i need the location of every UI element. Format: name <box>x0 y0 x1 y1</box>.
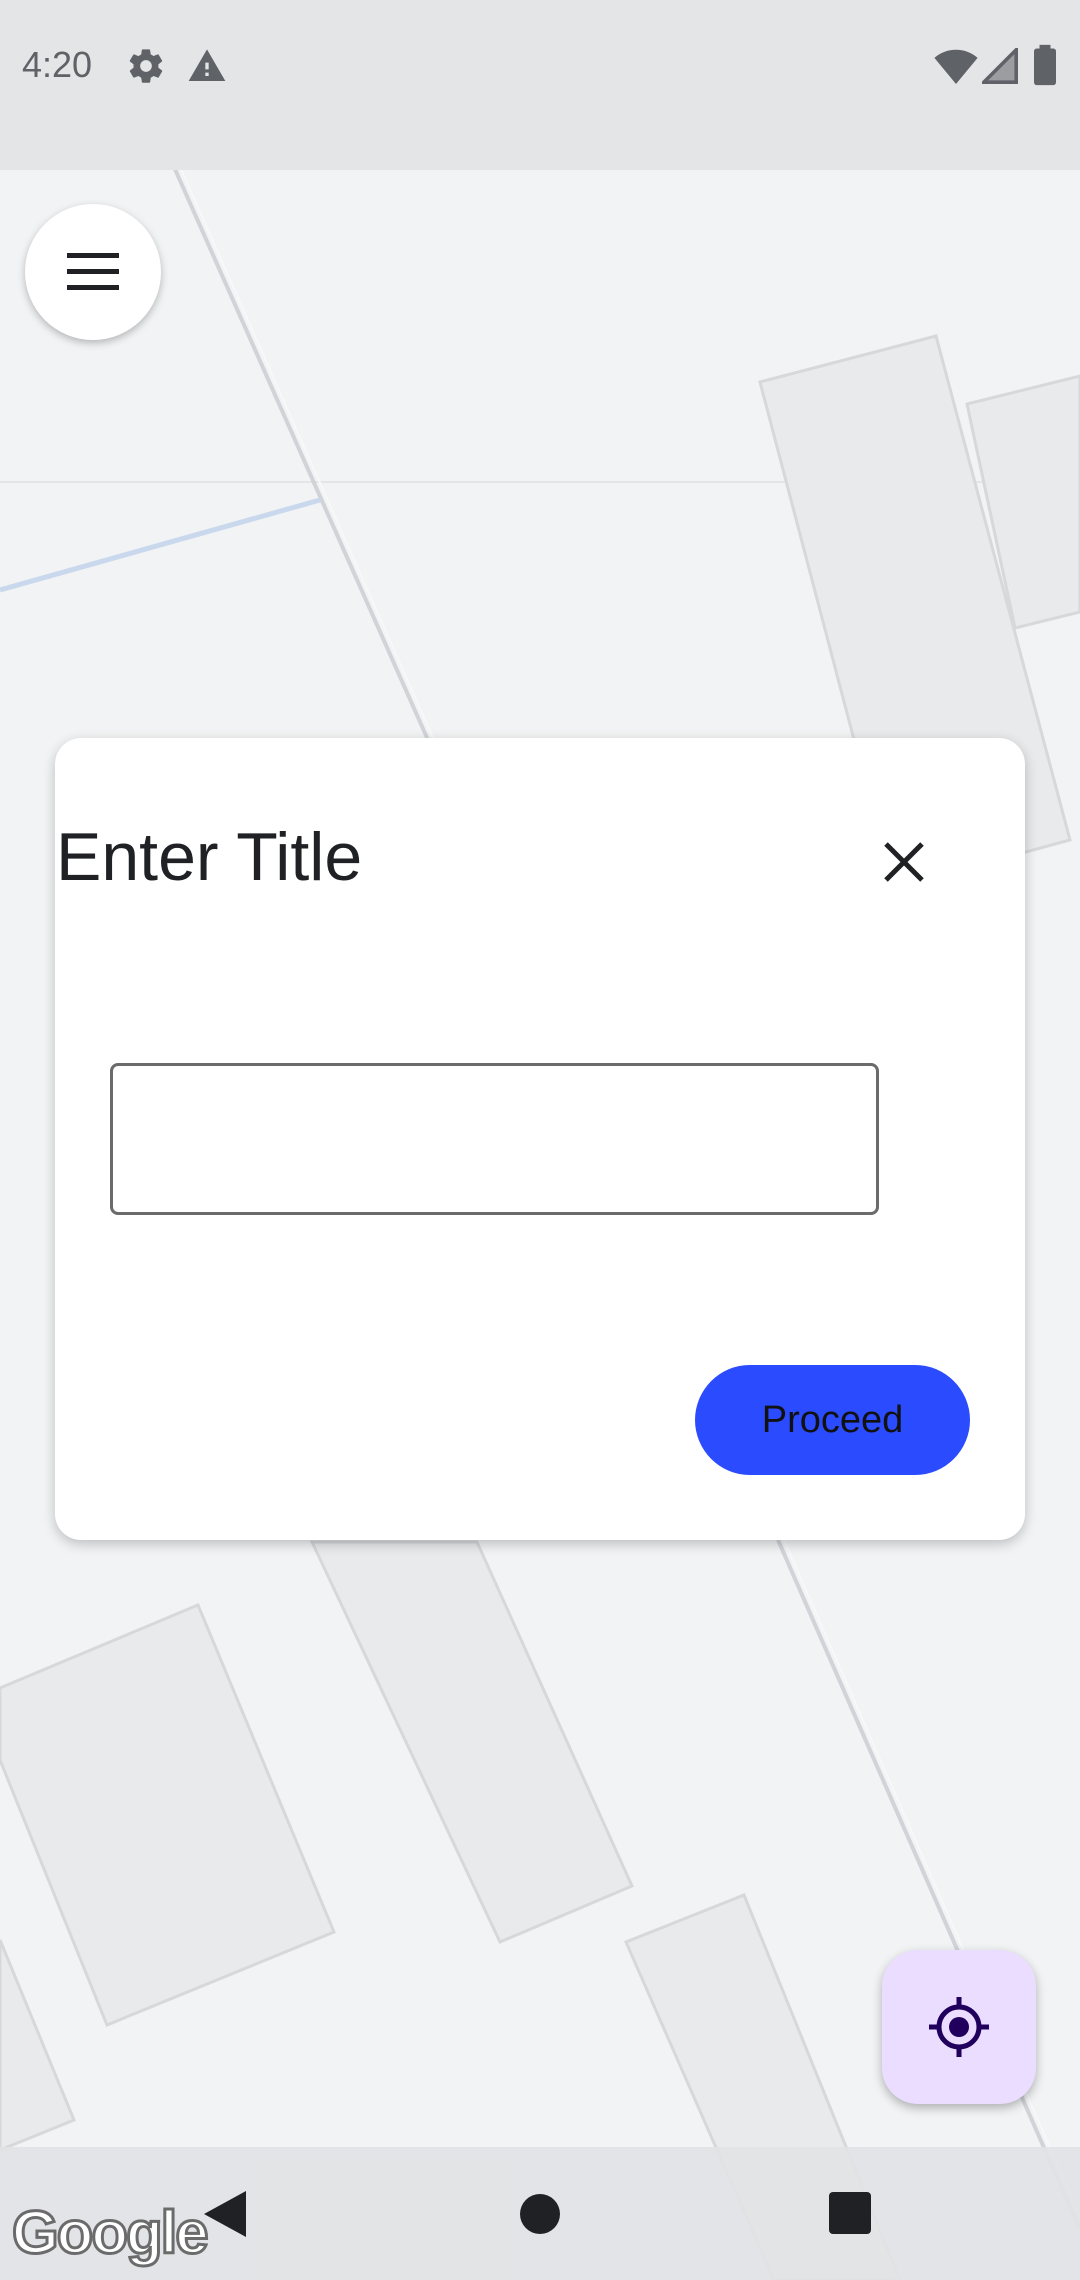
recents-square-icon[interactable] <box>829 2192 871 2234</box>
home-circle-icon[interactable] <box>519 2193 561 2235</box>
warning-icon <box>188 49 226 81</box>
title-input[interactable] <box>110 1063 879 1215</box>
screen: 4:20 Enter Title Proceed Google <box>0 0 1080 2280</box>
gear-icon <box>129 49 163 83</box>
hamburger-menu-icon <box>67 253 119 290</box>
back-triangle-icon[interactable] <box>204 2191 246 2237</box>
proceed-button[interactable]: Proceed <box>695 1365 970 1475</box>
close-button[interactable] <box>868 826 940 898</box>
wifi-icon <box>934 49 978 84</box>
close-icon <box>884 842 924 882</box>
my-location-button[interactable] <box>882 1950 1036 2104</box>
status-bar: 4:20 <box>0 0 1080 170</box>
dialog-title: Enter Title <box>56 819 363 895</box>
battery-icon <box>1034 44 1056 86</box>
signal-icon <box>982 48 1018 84</box>
my-location-icon <box>929 1997 989 2057</box>
status-time: 4:20 <box>22 44 93 85</box>
google-logo: Google <box>11 2198 211 2268</box>
menu-button[interactable] <box>25 204 161 340</box>
